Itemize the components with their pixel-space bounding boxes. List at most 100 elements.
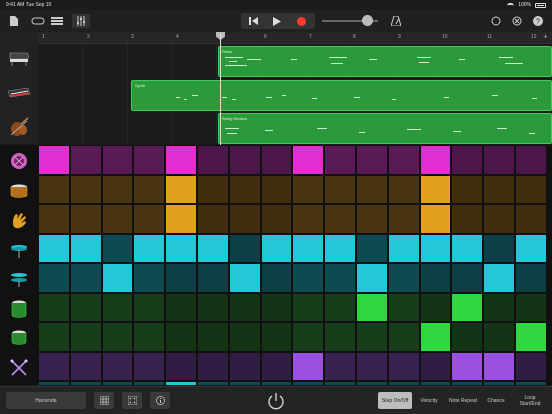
rewind-icon[interactable] [241, 13, 265, 29]
step-cell[interactable] [102, 175, 133, 203]
step-cell[interactable] [420, 146, 451, 174]
step-cell[interactable] [452, 234, 483, 262]
step-cell[interactable] [516, 146, 546, 174]
step-cell[interactable] [198, 175, 228, 203]
step-cell[interactable] [357, 352, 387, 380]
master-volume-slider[interactable] [362, 15, 373, 26]
step-cell[interactable] [70, 352, 101, 380]
step-cell[interactable] [166, 352, 196, 380]
step-cell[interactable] [134, 146, 165, 174]
step-cell[interactable] [452, 293, 483, 321]
step-cell[interactable] [388, 293, 419, 321]
step-cell[interactable] [293, 293, 324, 321]
step-cell[interactable] [484, 234, 514, 262]
step-cell[interactable] [102, 264, 133, 292]
step-cell[interactable] [325, 234, 355, 262]
step-cell[interactable] [229, 146, 260, 174]
tom-low-icon[interactable] [0, 294, 37, 324]
step-cell[interactable] [134, 323, 165, 351]
step-cell[interactable] [198, 382, 228, 385]
step-cell[interactable] [134, 264, 165, 292]
mixer-icon[interactable] [72, 14, 90, 28]
step-cell[interactable] [293, 382, 324, 385]
step-cell[interactable] [166, 234, 196, 262]
step-cell[interactable] [198, 264, 228, 292]
step-cell[interactable] [420, 323, 451, 351]
step-cell[interactable] [102, 146, 133, 174]
step-cell[interactable] [102, 234, 133, 262]
step-cell[interactable] [293, 323, 324, 351]
step-cell[interactable] [39, 146, 69, 174]
step-cell[interactable] [516, 382, 546, 385]
step-cell[interactable] [388, 352, 419, 380]
step-cell[interactable] [39, 234, 69, 262]
step-cell[interactable] [39, 293, 69, 321]
mode-chance[interactable]: Chance [482, 392, 510, 409]
step-cell[interactable] [198, 234, 228, 262]
step-cell[interactable] [452, 146, 483, 174]
snare-drum-icon[interactable] [0, 176, 37, 206]
kick-drum-icon[interactable] [0, 146, 37, 176]
step-cell[interactable] [516, 234, 546, 262]
mode-loop-start-end[interactable]: Loop Start/End [514, 392, 546, 409]
step-cell[interactable] [516, 323, 546, 351]
step-cell[interactable] [484, 264, 514, 292]
step-cell[interactable] [484, 205, 514, 233]
step-cell[interactable] [388, 146, 419, 174]
sticks-icon[interactable] [0, 353, 37, 383]
step-cell[interactable] [134, 382, 165, 385]
string-section-region[interactable]: String Section [218, 113, 552, 144]
record-icon[interactable] [289, 13, 313, 29]
step-cell[interactable] [261, 323, 292, 351]
step-cell[interactable] [198, 323, 228, 351]
loop-browser-icon[interactable] [490, 14, 502, 28]
step-cell[interactable] [166, 382, 196, 385]
step-cell[interactable] [420, 264, 451, 292]
step-cell[interactable] [452, 382, 483, 385]
step-cell[interactable] [229, 382, 260, 385]
step-cell[interactable] [388, 234, 419, 262]
violin-icon[interactable] [6, 116, 32, 138]
closed-hihat-icon[interactable] [0, 235, 37, 265]
step-cell[interactable] [261, 205, 292, 233]
step-cell[interactable] [388, 205, 419, 233]
step-cell[interactable] [357, 234, 387, 262]
grid-icon[interactable] [94, 392, 114, 409]
step-cell[interactable] [357, 382, 387, 385]
open-hihat-icon[interactable] [0, 264, 37, 294]
step-cell[interactable] [420, 234, 451, 262]
step-cell[interactable] [261, 234, 292, 262]
step-cell[interactable] [166, 323, 196, 351]
step-cell[interactable] [39, 175, 69, 203]
step-cell[interactable] [39, 382, 69, 385]
step-cell[interactable] [134, 352, 165, 380]
step-cell[interactable] [325, 146, 355, 174]
step-cell[interactable] [102, 323, 133, 351]
timeline-ruler[interactable]: 1 2 3 4 5 6 7 8 9 10 11 12 + [38, 32, 552, 44]
step-cell[interactable] [325, 175, 355, 203]
step-cell[interactable] [293, 352, 324, 380]
step-cell[interactable] [70, 382, 101, 385]
step-cell[interactable] [198, 205, 228, 233]
step-cell[interactable] [293, 234, 324, 262]
step-cell[interactable] [293, 175, 324, 203]
step-cell[interactable] [229, 264, 260, 292]
step-cell[interactable] [293, 205, 324, 233]
step-cell[interactable] [484, 146, 514, 174]
step-cell[interactable] [70, 205, 101, 233]
step-cell[interactable] [357, 205, 387, 233]
step-cell[interactable] [261, 175, 292, 203]
step-cell[interactable] [70, 293, 101, 321]
step-cell[interactable] [134, 175, 165, 203]
step-cell[interactable] [102, 352, 133, 380]
step-cell[interactable] [166, 175, 196, 203]
step-cell[interactable] [39, 205, 69, 233]
step-cell[interactable] [166, 293, 196, 321]
step-cell[interactable] [261, 293, 292, 321]
step-cell[interactable] [229, 352, 260, 380]
step-cell[interactable] [198, 352, 228, 380]
power-icon[interactable] [264, 390, 288, 412]
synth-keyboard-icon[interactable] [6, 82, 32, 104]
info-icon[interactable] [150, 392, 170, 409]
metronome-icon[interactable] [390, 14, 402, 28]
